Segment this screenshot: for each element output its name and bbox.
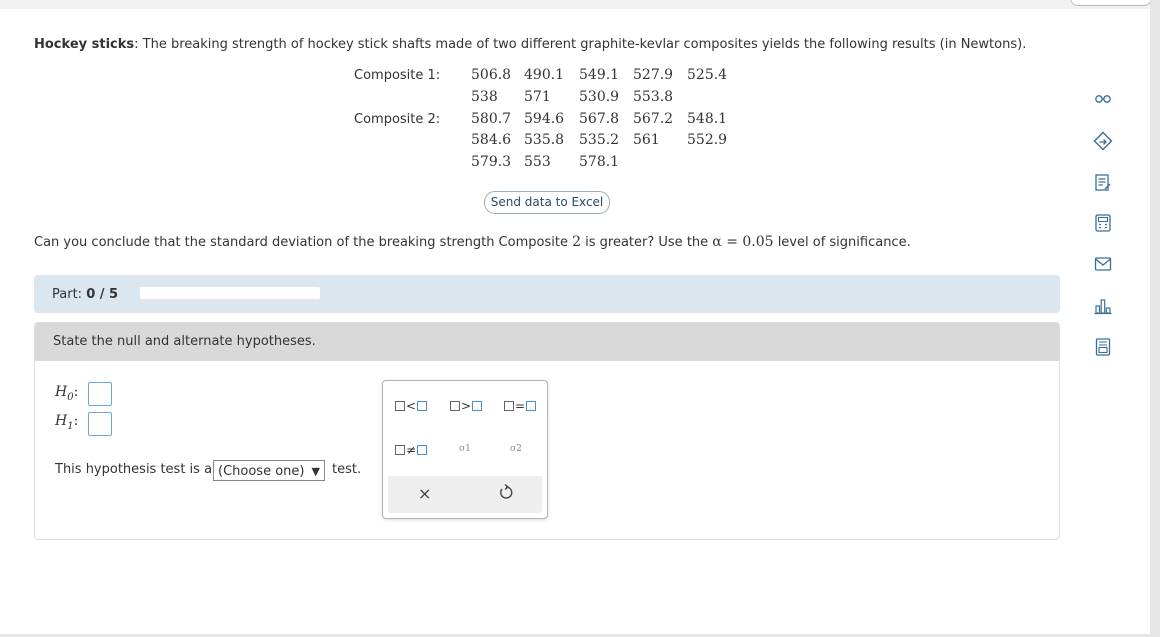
sigma2-button[interactable]: σ2 <box>510 444 522 454</box>
data-value: 549.1 <box>579 67 620 83</box>
data-value: 553.8 <box>633 89 674 105</box>
dropdown-arrow-icon: ▼ <box>311 465 320 478</box>
tables-icon[interactable] <box>1093 337 1113 357</box>
placeholder-square-icon <box>450 400 460 411</box>
data-value: 525.4 <box>687 67 728 83</box>
calculator-icon[interactable] <box>1093 213 1113 233</box>
data-value: 530.9 <box>579 89 620 105</box>
question-part: level of significance. <box>773 235 911 250</box>
composite2-label: Composite 2: <box>354 112 441 127</box>
chart-icon[interactable] <box>1093 296 1113 316</box>
top-pill-button[interactable] <box>1070 0 1152 6</box>
less-than-button[interactable]: < <box>395 398 428 413</box>
data-value: 561 <box>633 132 660 148</box>
h0-letter: H <box>55 384 68 400</box>
placeholder-square-icon <box>395 400 405 411</box>
progress-track <box>140 287 320 299</box>
question-part: is greater? Use the <box>581 235 713 250</box>
part-label: Part: 0 / 5 <box>52 287 118 302</box>
data-value: 567.8 <box>579 111 620 127</box>
question-part: Can you conclude that the standard devia… <box>34 235 573 250</box>
mail-icon[interactable] <box>1093 254 1113 274</box>
clear-button[interactable]: × <box>418 484 431 503</box>
h1-colon: : <box>73 413 79 429</box>
h1-input[interactable] <box>88 412 112 436</box>
h0-colon: : <box>73 384 79 400</box>
data-value: 527.9 <box>633 67 674 83</box>
data-value: 553 <box>524 154 551 170</box>
undo-icon[interactable] <box>496 482 516 502</box>
data-value: 490.1 <box>524 67 565 83</box>
less-symbol: < <box>406 398 417 413</box>
hint-icon[interactable] <box>1093 131 1113 151</box>
composite1-label: Composite 1: <box>354 68 441 83</box>
data-value: 594.6 <box>524 111 565 127</box>
question-composite-number: 2 <box>572 234 581 250</box>
greater-symbol: > <box>461 398 472 413</box>
not-equal-symbol: ≠ <box>406 442 417 457</box>
step-header: State the null and alternate hypotheses. <box>35 323 1059 361</box>
placeholder-square-icon <box>417 444 428 455</box>
equal-symbol: = <box>515 398 526 413</box>
part-progress-bar: Part: 0 / 5 <box>34 275 1060 313</box>
test-type-select[interactable]: (Choose one) ▼ <box>213 460 325 481</box>
math-palette: < > = ≠ σ1 σ2 × <box>382 380 548 519</box>
h0-input[interactable] <box>88 382 112 406</box>
data-value: 506.8 <box>471 67 512 83</box>
data-value: 578.1 <box>579 154 620 170</box>
alpha-value: α = 0.05 <box>712 234 774 250</box>
test-type-prefix: This hypothesis test is a <box>55 462 213 477</box>
sigma1-button[interactable]: σ1 <box>459 444 471 454</box>
h1-letter: H <box>55 413 68 429</box>
equals-button[interactable]: = <box>504 398 537 413</box>
placeholder-square-icon <box>472 400 483 411</box>
problem-text: : The breaking strength of hockey stick … <box>134 37 1027 52</box>
placeholder-square-icon <box>417 400 428 411</box>
data-value: 580.7 <box>471 111 512 127</box>
part-label-text: Part: <box>52 287 83 302</box>
question-text: Can you conclude that the standard devia… <box>34 234 911 250</box>
palette-footer: × <box>388 476 542 513</box>
glasses-icon[interactable] <box>1093 89 1113 109</box>
data-value: 571 <box>524 89 551 105</box>
h0-label: H0: <box>55 384 78 403</box>
problem-title: Hockey sticks <box>34 37 135 52</box>
placeholder-square-icon <box>526 400 537 411</box>
data-value: 535.2 <box>579 132 620 148</box>
problem-statement: Hockey sticks: The breaking strength of … <box>34 37 1026 52</box>
data-value: 579.3 <box>471 154 512 170</box>
step-instruction: State the null and alternate hypotheses. <box>53 334 316 349</box>
notes-icon[interactable] <box>1093 173 1113 193</box>
data-value: 552.9 <box>687 132 728 148</box>
greater-than-button[interactable]: > <box>450 398 483 413</box>
top-bar <box>0 0 1160 9</box>
placeholder-square-icon <box>504 400 514 411</box>
h1-label: H1: <box>55 413 78 432</box>
data-value: 538 <box>471 89 498 105</box>
data-value: 535.8 <box>524 132 565 148</box>
send-to-excel-button[interactable]: Send data to Excel <box>484 191 610 214</box>
placeholder-square-icon <box>395 444 405 455</box>
data-value: 584.6 <box>471 132 512 148</box>
part-count: 0 / 5 <box>86 287 119 302</box>
test-type-suffix: test. <box>332 462 362 477</box>
data-value: 567.2 <box>633 111 674 127</box>
not-equal-button[interactable]: ≠ <box>395 442 428 457</box>
data-value: 548.1 <box>687 111 728 127</box>
test-type-selected: (Choose one) <box>218 464 305 479</box>
right-scrollbar[interactable] <box>1150 0 1160 637</box>
